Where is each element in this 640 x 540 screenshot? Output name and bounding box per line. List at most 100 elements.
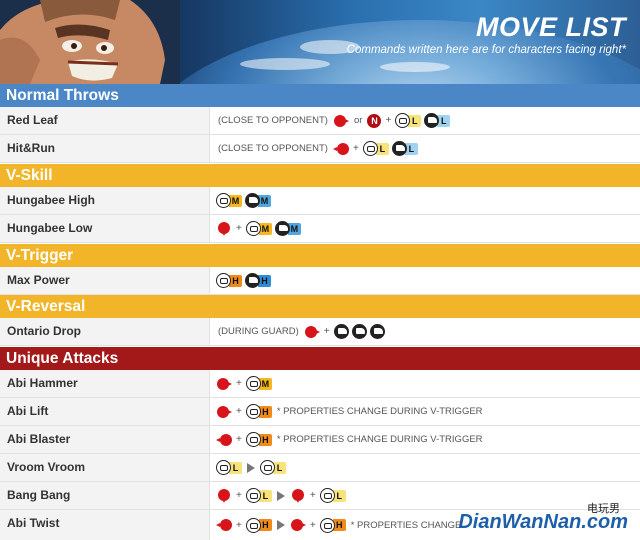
- move-command: M M: [216, 187, 271, 214]
- section-normal-throws: Normal Throws: [0, 84, 640, 107]
- move-row-hit-and-run: Hit&Run (CLOSE TO OPPONENT) + L L: [0, 135, 640, 163]
- light-punch-icon: L: [362, 141, 389, 156]
- medium-punch-icon: M: [245, 221, 272, 236]
- command-or: or: [353, 115, 363, 126]
- light-punch-icon: L: [395, 113, 422, 128]
- down-direction-icon: [216, 488, 232, 503]
- watermark-en: DianWanNan.com: [458, 511, 628, 533]
- move-command: + H * PROPERTIES CHANGE DURING V-TRIGGER: [216, 426, 485, 453]
- kick-icon: [369, 324, 385, 339]
- light-kick-icon: L: [391, 141, 418, 156]
- move-row-hungabee-high: Hungabee High M M: [0, 187, 640, 215]
- light-punch-icon: L: [260, 460, 286, 475]
- medium-punch-icon: M: [216, 193, 242, 208]
- move-list-header: MOVE LIST Commands written here are for …: [0, 0, 640, 84]
- back-direction-icon: [332, 142, 349, 156]
- plus-sign: +: [236, 490, 242, 501]
- command-condition: (DURING GUARD): [218, 326, 299, 337]
- plus-sign: +: [236, 378, 242, 389]
- plus-sign: +: [236, 223, 242, 234]
- move-row-vroom-vroom: Vroom Vroom L L: [0, 454, 640, 482]
- kick-icon: [351, 324, 367, 339]
- move-name: Abi Hammer: [0, 370, 210, 397]
- page-subtitle: Commands written here are for characters…: [346, 44, 626, 56]
- move-name: Hungabee High: [0, 187, 210, 214]
- back-direction-icon: [216, 433, 232, 447]
- move-command: H H: [216, 267, 271, 294]
- heavy-punch-icon: H: [319, 517, 346, 533]
- move-command: L L: [216, 454, 286, 481]
- section-unique-attacks: Unique Attacks: [0, 347, 640, 370]
- move-row-ontario-drop: Ontario Drop (DURING GUARD) +: [0, 318, 640, 346]
- move-row-hungabee-low: Hungabee Low + M M: [0, 215, 640, 243]
- back-direction-icon: [216, 518, 232, 532]
- forward-direction-icon: [216, 405, 232, 419]
- heavy-punch-icon: H: [216, 273, 242, 288]
- heavy-punch-icon: H: [245, 432, 272, 447]
- plus-sign: +: [236, 406, 242, 417]
- then-arrow-icon: [276, 490, 285, 501]
- move-name: Abi Lift: [0, 398, 210, 425]
- move-name: Red Leaf: [0, 107, 210, 134]
- forward-direction-icon: [290, 518, 306, 532]
- move-name: Hungabee Low: [0, 215, 210, 242]
- move-command: (DURING GUARD) +: [216, 318, 385, 345]
- then-arrow-icon: [247, 462, 255, 473]
- move-name: Abi Blaster: [0, 426, 210, 453]
- plus-sign: +: [309, 519, 316, 531]
- move-row-abi-lift: Abi Lift + H * PROPERTIES CHANGE DURING …: [0, 398, 640, 426]
- plus-sign: +: [309, 490, 316, 501]
- move-command: (CLOSE TO OPPONENT) + L L: [216, 135, 418, 162]
- forward-direction-icon: [216, 377, 232, 391]
- move-row-abi-hammer: Abi Hammer + M: [0, 370, 640, 398]
- heavy-punch-icon: H: [245, 517, 272, 533]
- move-command: + L + L: [216, 482, 346, 509]
- command-note: * PROPERTIES CHANGE DURING V-TRIGGER: [276, 406, 483, 417]
- neutral-direction-icon: N: [367, 113, 382, 128]
- move-name: Max Power: [0, 267, 210, 294]
- medium-punch-icon: M: [245, 376, 272, 391]
- light-punch-icon: L: [319, 488, 346, 503]
- move-command: (CLOSE TO OPPONENT) or N + L L: [216, 107, 451, 134]
- section-v-skill: V-Skill: [0, 164, 640, 187]
- medium-kick-icon: M: [245, 193, 271, 208]
- move-name: Bang Bang: [0, 482, 210, 509]
- forward-direction-icon: [333, 114, 349, 128]
- move-name: Vroom Vroom: [0, 454, 210, 481]
- command-note: * PROPERTIES CHANGE DURING V-TRIGGER: [276, 434, 483, 445]
- medium-kick-icon: M: [274, 221, 301, 236]
- plus-sign: +: [236, 434, 242, 445]
- down-direction-icon: [290, 488, 306, 503]
- light-punch-icon: L: [245, 488, 272, 503]
- command-condition: (CLOSE TO OPPONENT): [218, 115, 328, 126]
- cloud-decoration: [240, 58, 330, 70]
- move-row-abi-blaster: Abi Blaster + H * PROPERTIES CHANGE DURI…: [0, 426, 640, 454]
- move-command: + M M: [216, 215, 301, 242]
- light-kick-icon: L: [424, 113, 451, 128]
- command-condition: (CLOSE TO OPPONENT): [218, 143, 328, 154]
- site-watermark: 电玩男 DianWanNan.com: [412, 500, 632, 536]
- plus-sign: +: [236, 519, 242, 531]
- move-name: Ontario Drop: [0, 318, 210, 345]
- heavy-kick-icon: H: [245, 273, 271, 288]
- light-punch-icon: L: [216, 460, 242, 475]
- plus-sign: +: [323, 326, 330, 337]
- heavy-punch-icon: H: [245, 404, 272, 419]
- move-name: Hit&Run: [0, 135, 210, 162]
- forward-direction-icon: [304, 325, 320, 339]
- section-v-reversal: V-Reversal: [0, 295, 640, 318]
- move-name: Abi Twist: [0, 510, 210, 540]
- kick-icon: [333, 324, 349, 339]
- cloud-decoration: [380, 62, 450, 72]
- character-portrait: [0, 0, 180, 84]
- move-command: + M: [216, 370, 272, 397]
- down-direction-icon: [216, 221, 232, 236]
- move-command: + H * PROPERTIES CHANGE DURING V-TRIGGER: [216, 398, 485, 425]
- move-row-red-leaf: Red Leaf (CLOSE TO OPPONENT) or N + L L: [0, 107, 640, 135]
- move-row-max-power: Max Power H H: [0, 267, 640, 295]
- then-arrow-icon: [276, 520, 285, 530]
- plus-sign: +: [352, 143, 359, 154]
- plus-sign: +: [385, 115, 392, 126]
- page-title: MOVE LIST: [475, 12, 626, 42]
- section-v-trigger: V-Trigger: [0, 244, 640, 267]
